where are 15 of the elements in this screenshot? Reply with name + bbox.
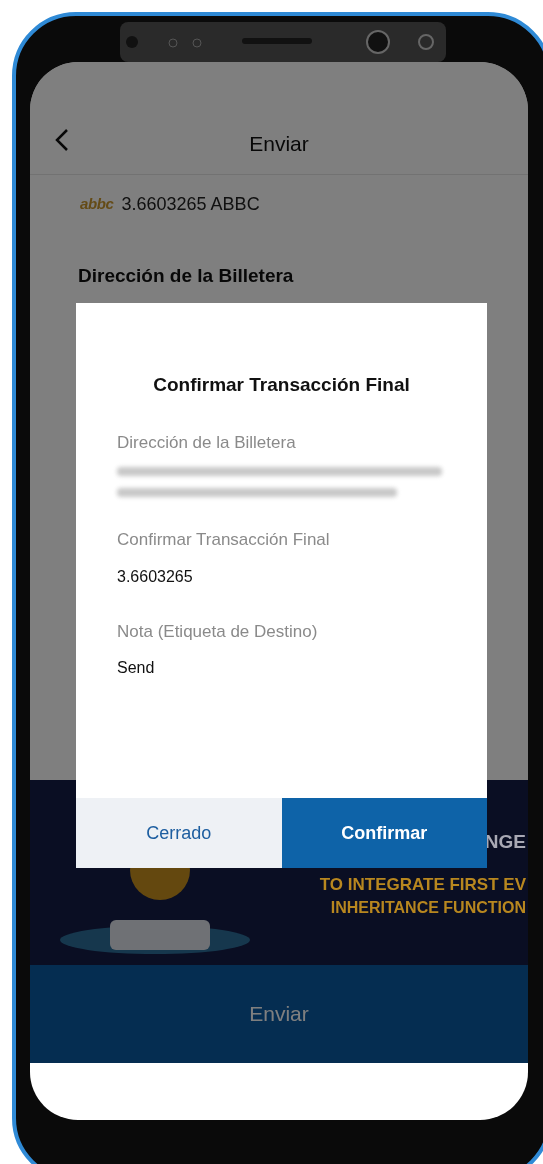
balance-amount: 3.6603265 ABBC — [121, 193, 260, 216]
close-button[interactable]: Cerrado — [76, 798, 282, 868]
dialog-title: Confirmar Transacción Final — [152, 373, 411, 397]
field-label: Confirmar Transacción Final — [117, 529, 331, 551]
confirm-button[interactable]: Confirmar — [281, 798, 487, 868]
token-logo: abbc — [80, 194, 114, 215]
field-value: 3.6603265 — [117, 566, 194, 587]
field-label: Dirección de la Billetera — [77, 264, 295, 288]
send-button[interactable]: Enviar — [30, 965, 528, 1063]
page-title: Enviar — [249, 132, 309, 155]
banner-text: INHERITANCE FUNCTION — [330, 898, 526, 918]
field-value: Send — [117, 658, 156, 678]
field-label: Dirección de la Billetera — [117, 431, 297, 454]
field-label: Nota (Etiqueta de Destino) — [117, 620, 319, 643]
banner-text: TO INTEGRATE FIRST EV — [319, 874, 526, 896]
